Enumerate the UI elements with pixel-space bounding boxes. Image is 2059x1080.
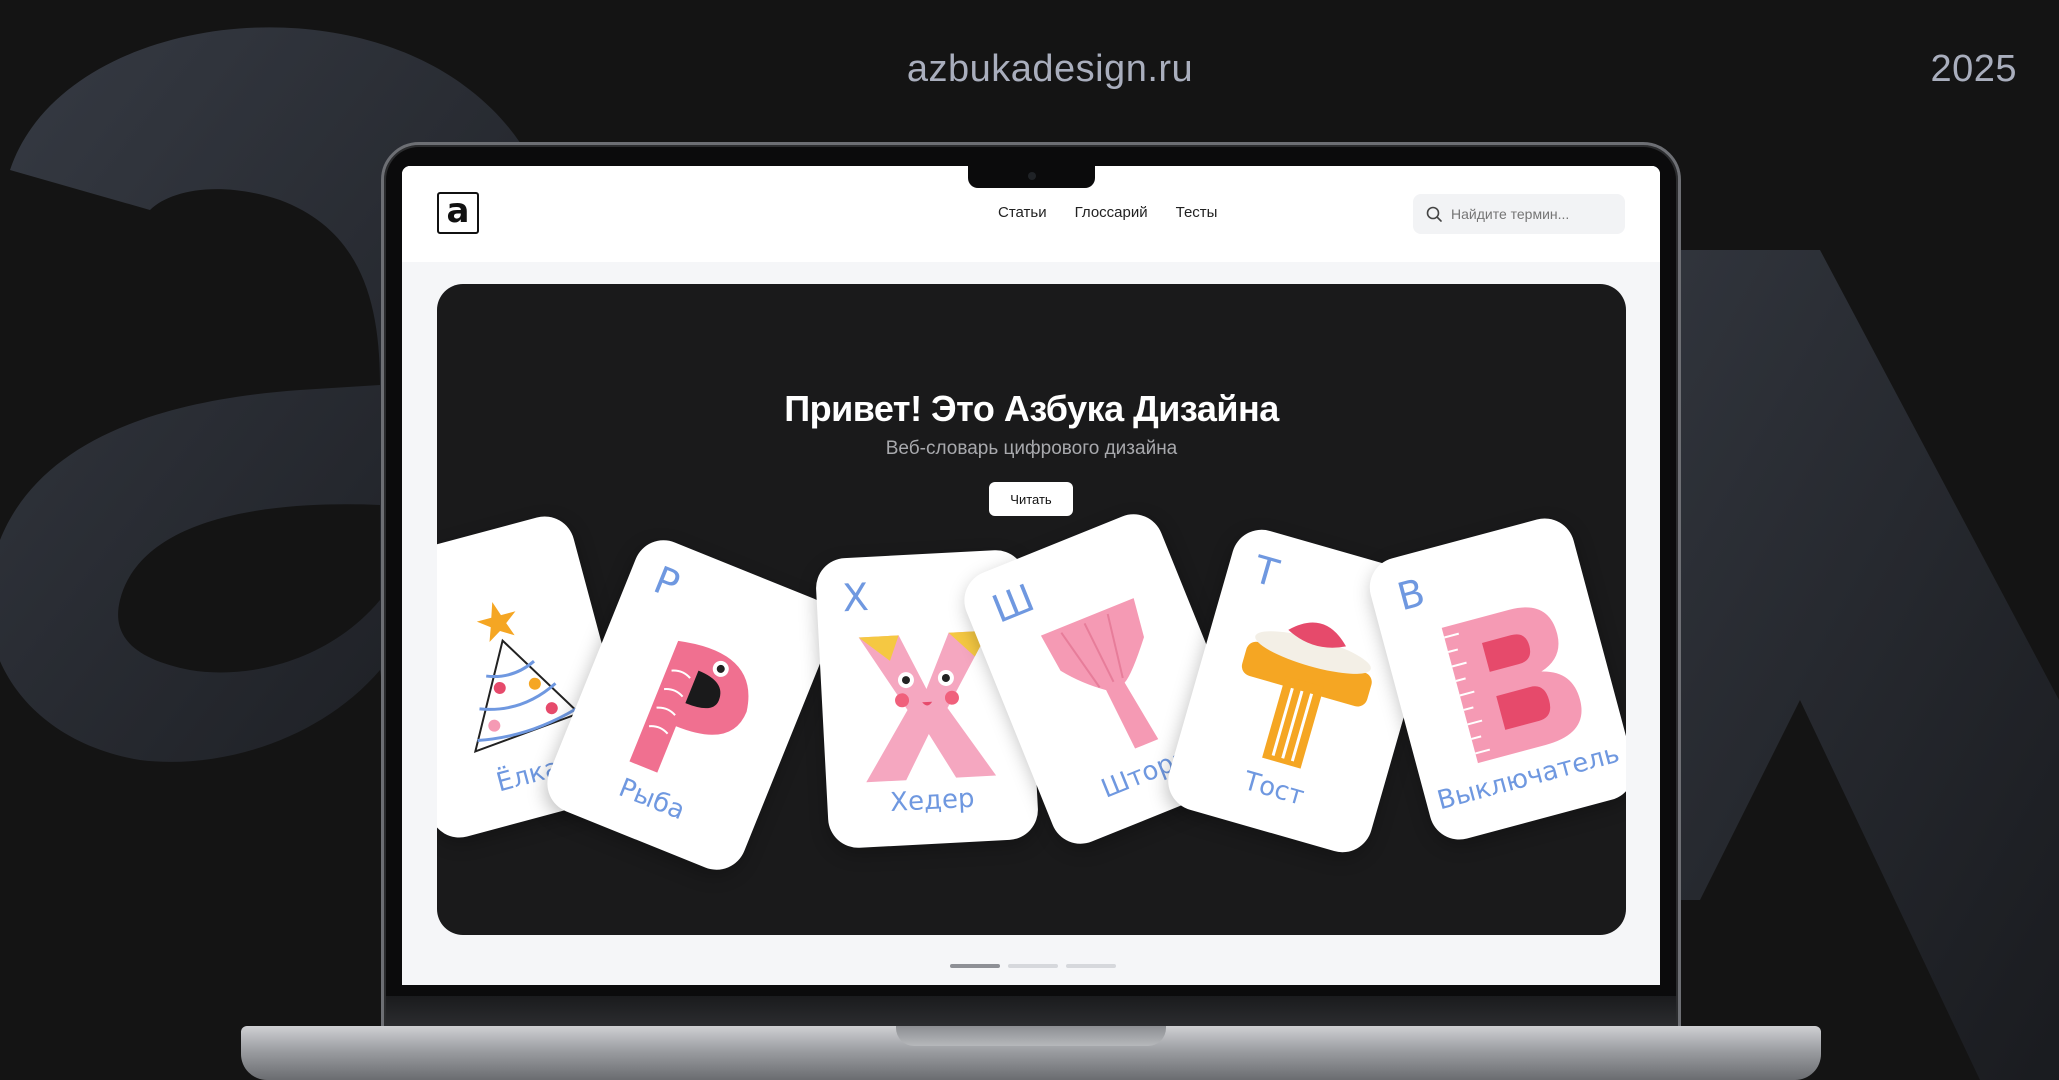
pagination-dot-2[interactable] <box>1008 964 1058 968</box>
hero-subtitle: Веб-словарь цифрового дизайна <box>885 438 1178 459</box>
laptop-screen: a Статьи Глоссарий Тесты Привет! Это Азб… <box>402 166 1660 985</box>
search-input[interactable] <box>1449 205 1613 223</box>
nav-link-articles[interactable]: Статьи <box>998 204 1047 221</box>
logo-letter: a <box>446 191 470 231</box>
read-button[interactable]: Читать <box>989 482 1073 516</box>
pagination-dot-1[interactable] <box>950 964 1000 968</box>
pagination-dot-3[interactable] <box>1066 964 1116 968</box>
nav-link-tests[interactable]: Тесты <box>1176 204 1218 221</box>
main-menu: Статьи Глоссарий Тесты <box>998 204 1217 221</box>
camera-icon <box>1028 172 1036 180</box>
hero-title: Привет! Это Азбука Дизайна <box>784 388 1279 429</box>
card-letter: Х <box>841 574 870 621</box>
hero-banner: Привет! Это Азбука Дизайна Веб-словарь ц… <box>437 284 1626 935</box>
search-box[interactable] <box>1413 194 1625 234</box>
carousel-pagination <box>950 964 1116 968</box>
logo[interactable]: a <box>437 192 479 234</box>
camera-notch <box>968 166 1095 188</box>
laptop-bezel-bottom <box>386 996 1676 1026</box>
card-vyklyuchatel[interactable]: В Выключатель <box>1363 511 1626 847</box>
search-icon <box>1426 206 1442 222</box>
site-url: azbukadesign.ru <box>906 48 1194 90</box>
laptop-hinge-notch <box>896 1026 1166 1046</box>
year-label: 2025 <box>1930 48 2017 90</box>
nav-link-glossary[interactable]: Глоссарий <box>1075 204 1148 221</box>
